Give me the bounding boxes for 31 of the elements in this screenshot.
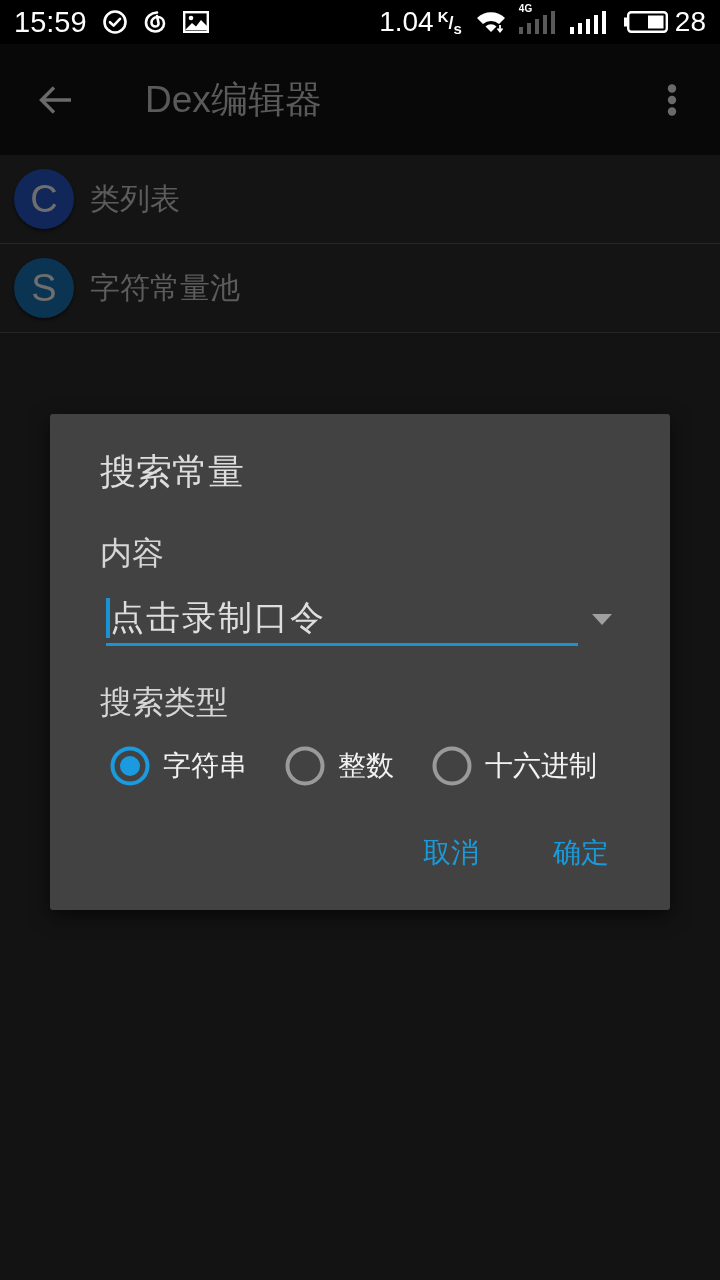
list-item-label: 字符常量池: [90, 268, 240, 307]
letter-avatar: C: [14, 169, 74, 229]
radio-option[interactable]: 整数: [285, 746, 394, 786]
radio-icon[interactable]: [110, 746, 150, 786]
more-options-icon[interactable]: [667, 83, 677, 116]
check-circle-icon: [102, 10, 127, 34]
dialog-title: 搜索常量: [100, 450, 244, 494]
content-label: 内容: [100, 533, 164, 573]
image-icon: [182, 11, 209, 33]
network-type: 4G: [518, 4, 533, 14]
list-item-label: 类列表: [90, 179, 180, 218]
radio-icon[interactable]: [285, 746, 325, 786]
network-speed: 1.04: [379, 6, 434, 38]
speed-unit: $^{K}$/$_{s}$: [437, 8, 462, 36]
dropdown-arrow-icon[interactable]: [592, 614, 612, 625]
back-arrow-icon[interactable]: [39, 84, 73, 115]
wifi-icon: [475, 10, 506, 34]
search-type-label: 搜索类型: [100, 682, 228, 722]
battery-percent: 28: [674, 6, 706, 38]
content-input[interactable]: 点击录制口令: [106, 593, 578, 646]
signal-icon: [569, 10, 608, 34]
mobile-data-signal-icon: [518, 10, 557, 34]
radio-option[interactable]: 字符串: [110, 746, 247, 786]
battery-icon: [623, 11, 668, 33]
swirl-icon: [142, 10, 167, 34]
radio-option[interactable]: 十六进制: [432, 746, 597, 786]
text-cursor-icon: [106, 598, 110, 638]
letter-avatar: S: [14, 258, 74, 318]
status-time: 15:59: [14, 5, 87, 39]
radio-icon[interactable]: [432, 746, 472, 786]
app-title: Dex编辑器: [145, 77, 322, 122]
